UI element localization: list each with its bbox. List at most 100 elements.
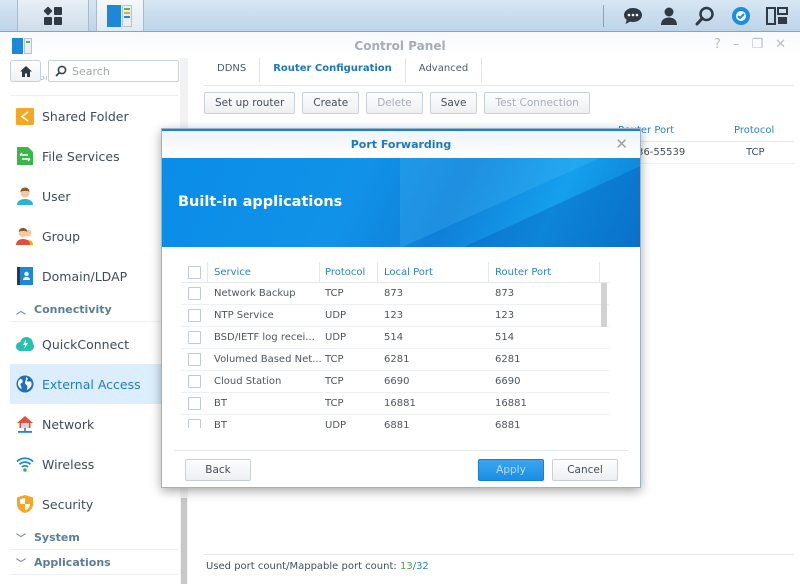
banner-decoration [400,158,600,247]
column-separator [319,262,320,283]
cell-router-port: 6281 [495,354,521,365]
column-separator [599,262,600,283]
sidebar-item-external-access[interactable]: External Access [10,364,178,404]
sidebar-item-network[interactable]: Network [10,404,178,444]
sidebar-item-label: Domain/LDAP [42,268,128,284]
port-count-label: Used port count/Mappable port count: [206,561,400,572]
shield-icon [16,495,34,513]
sidebar-item-security[interactable]: Security [10,484,178,524]
window-title: Control Panel [354,39,446,53]
cell-router-port: 6690 [495,376,521,387]
row-checkbox[interactable] [188,397,201,410]
sidebar-item-label: Security [42,496,94,512]
sidebar-item-label: User [42,188,71,204]
cell-protocol: TCP [325,354,344,365]
setup-router-button[interactable]: Set up router [204,92,296,114]
tab-advanced[interactable]: Advanced [406,58,483,82]
table-row[interactable]: BT TCP 16881 16881 [181,393,609,415]
row-checkbox[interactable] [188,353,201,366]
cell-service: NTP Service [214,310,274,321]
search-icon[interactable] [694,5,716,27]
file-services-icon [16,147,34,165]
delete-button[interactable]: Delete [366,92,423,114]
port-forwarding-dialog: Port Forwarding ✕ Built-in applications … [161,128,641,488]
save-button[interactable]: Save [429,92,478,114]
cell-local-port: 873 [384,288,404,299]
sidebar: File Sharing Shared Folder File Services… [0,58,180,584]
table-row[interactable]: Network Backup TCP 873 873 [181,283,609,305]
widget-status-icon[interactable] [730,5,752,27]
cell-service: BT [214,398,227,409]
column-separator [488,262,489,283]
sidebar-item-label: QuickConnect [42,336,130,352]
chat-icon[interactable] [622,5,644,27]
cell-router-port: 6881 [495,420,521,428]
user-icon[interactable] [658,5,680,27]
tab-router-configuration[interactable]: Router Configuration [260,58,406,82]
sidebar-item-quickconnect[interactable]: QuickConnect [10,324,178,364]
sidebar-item-file-services[interactable]: File Services [10,136,178,176]
sidebar-item-wireless[interactable]: Wireless [10,444,178,484]
sidebar-item-shared-folder[interactable]: Shared Folder [10,96,178,136]
cell-protocol: UDP [325,310,347,321]
column-header-protocol[interactable]: Protocol [325,267,365,278]
home-button[interactable] [10,60,41,82]
chevron-up-icon: ︿ [16,306,26,317]
row-checkbox[interactable] [188,375,201,388]
table-row[interactable]: NTP Service UDP 123 123 [181,305,609,327]
column-header-local-port[interactable]: Local Port [384,267,433,278]
row-checkbox[interactable] [188,309,201,322]
row-checkbox[interactable] [188,287,201,300]
toolbar: Set up router Create Delete Save Test Co… [204,92,590,114]
create-button[interactable]: Create [302,92,360,114]
back-button[interactable]: Back [185,459,251,481]
scrollbar-thumb[interactable] [181,498,187,584]
select-all-checkbox[interactable] [188,266,201,279]
table-row[interactable]: Cloud Station TCP 6690 6690 [181,371,609,393]
sidebar-item-group[interactable]: Group [10,216,178,256]
row-checkbox[interactable] [188,331,201,344]
sidebar-section-connectivity[interactable]: ︿ Connectivity [10,298,178,322]
pilot-view-icon[interactable] [766,5,788,27]
main-menu-button[interactable] [17,0,89,31]
sidebar-search[interactable] [48,60,179,82]
sidebar-item-user[interactable]: User [10,176,178,216]
close-icon[interactable]: ✕ [615,131,628,158]
divider [174,450,628,451]
taskbar-control-panel-button[interactable] [96,0,144,31]
table-scrollbar-thumb[interactable] [601,283,607,327]
apply-button[interactable]: Apply [478,459,544,481]
column-header-service[interactable]: Service [214,267,251,278]
table-row[interactable]: BSD/IETF log recei... UDP 514 514 [181,327,609,349]
sidebar-section-applications[interactable]: ﹀ Applications [10,551,178,575]
taskbar-separator [603,4,604,27]
cell-service: Cloud Station [214,376,282,387]
sidebar-section-system[interactable]: ﹀ System [10,526,178,550]
cell-router-port: 16881 [495,398,527,409]
table-row[interactable]: Volumed Based Net... TCP 6281 6281 [181,349,609,371]
column-header-router-port[interactable]: Router Port [495,267,551,278]
restore-icon[interactable]: ❐ [751,37,763,52]
cancel-button[interactable]: Cancel [552,459,618,481]
minimize-icon[interactable]: – [733,37,740,52]
cell-local-port: 6281 [384,354,410,365]
cell-service: BSD/IETF log recei... [214,332,315,343]
cell-local-port: 16881 [384,398,416,409]
sidebar-item-label: Wireless [42,456,95,472]
help-icon[interactable]: ? [714,37,721,52]
cell-local-port: 6690 [384,376,410,387]
column-header-protocol[interactable]: Protocol [734,125,774,136]
cell-protocol: TCP [325,288,344,299]
table-header: Service Protocol Local Port Router Port [181,262,609,283]
search-input[interactable] [72,64,172,78]
section-label: Applications [34,556,111,569]
row-checkbox[interactable] [188,419,201,428]
sidebar-item-domain-ldap[interactable]: Domain/LDAP [10,256,178,296]
close-icon[interactable]: ✕ [775,37,786,52]
window-title-bar: Control Panel ? – ❐ ✕ [0,32,800,58]
tab-bar: DDNS Router Configuration Advanced [204,58,794,86]
test-connection-button[interactable]: Test Connection [484,92,590,114]
table-row[interactable]: BT UDP 6881 6881 [181,415,609,428]
cell-protocol: TCP [746,147,765,158]
tab-ddns[interactable]: DDNS [204,58,261,82]
